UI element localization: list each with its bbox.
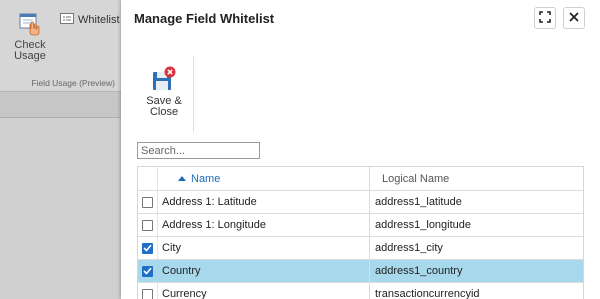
ribbon-lower-area bbox=[0, 92, 121, 118]
table-row[interactable]: City address1_city bbox=[138, 237, 583, 260]
name-column-header[interactable]: Name bbox=[158, 167, 370, 190]
background-ribbon: Check Usage Whitelist Field Usage (Previ… bbox=[0, 0, 121, 299]
row-checkbox[interactable] bbox=[142, 242, 153, 254]
save-close-label: Save & Close bbox=[146, 95, 182, 118]
field-logical-name: transactioncurrencyid bbox=[375, 288, 480, 299]
table-row[interactable]: Currency transactioncurrencyid bbox=[138, 283, 583, 299]
field-logical-name: address1_longitude bbox=[375, 219, 472, 231]
sort-ascending-icon bbox=[178, 176, 186, 181]
list-icon bbox=[60, 13, 74, 27]
expand-icon bbox=[539, 10, 551, 26]
save-and-close-button[interactable]: Save & Close bbox=[142, 66, 186, 118]
row-checkbox[interactable] bbox=[142, 265, 153, 277]
row-checkbox[interactable] bbox=[142, 196, 153, 208]
check-usage-label: Check Usage bbox=[14, 39, 46, 62]
dialog-header: Manage Field Whitelist bbox=[121, 0, 600, 38]
close-icon bbox=[569, 11, 579, 25]
field-name: Address 1: Latitude bbox=[158, 191, 370, 213]
table-row[interactable]: Address 1: Longitude address1_longitude bbox=[138, 214, 583, 237]
check-usage-button[interactable]: Check Usage bbox=[8, 12, 52, 62]
ribbon-group-label: Field Usage (Preview) bbox=[31, 78, 115, 88]
logical-name-column-header[interactable]: Logical Name bbox=[370, 167, 583, 190]
field-logical-name: address1_country bbox=[375, 265, 463, 277]
grid-header-row: Name Logical Name bbox=[138, 167, 583, 191]
checkmark-icon bbox=[143, 244, 152, 252]
command-separator bbox=[193, 56, 194, 132]
field-logical-name: address1_city bbox=[375, 242, 443, 254]
table-row[interactable]: Country address1_country bbox=[138, 260, 583, 283]
checkmark-icon bbox=[143, 267, 152, 275]
row-checkbox[interactable] bbox=[142, 219, 153, 231]
manage-field-whitelist-dialog: Manage Field Whitelist Save & Close Sear… bbox=[121, 0, 600, 299]
name-column-label: Name bbox=[191, 172, 221, 185]
save-close-icon bbox=[150, 66, 178, 94]
logical-name-column-label: Logical Name bbox=[382, 172, 450, 185]
field-logical-name: address1_latitude bbox=[375, 196, 462, 208]
field-name: Country bbox=[158, 260, 370, 282]
table-row[interactable]: Address 1: Latitude address1_latitude bbox=[138, 191, 583, 214]
search-input[interactable] bbox=[137, 142, 260, 159]
expand-button[interactable] bbox=[534, 7, 556, 29]
dialog-command-bar: Save & Close bbox=[121, 38, 600, 138]
check-usage-icon bbox=[17, 12, 43, 38]
whitelist-button[interactable]: Whitelist bbox=[60, 13, 120, 27]
field-name: Address 1: Longitude bbox=[158, 214, 370, 236]
whitelist-label: Whitelist bbox=[78, 14, 120, 26]
dialog-title: Manage Field Whitelist bbox=[134, 11, 275, 26]
fields-grid: Name Logical Name Address 1: Latitude ad… bbox=[137, 166, 584, 299]
field-name: Currency bbox=[158, 283, 370, 299]
field-name: City bbox=[158, 237, 370, 259]
close-button[interactable] bbox=[563, 7, 585, 29]
select-all-cell bbox=[138, 167, 158, 190]
row-checkbox[interactable] bbox=[142, 288, 153, 299]
